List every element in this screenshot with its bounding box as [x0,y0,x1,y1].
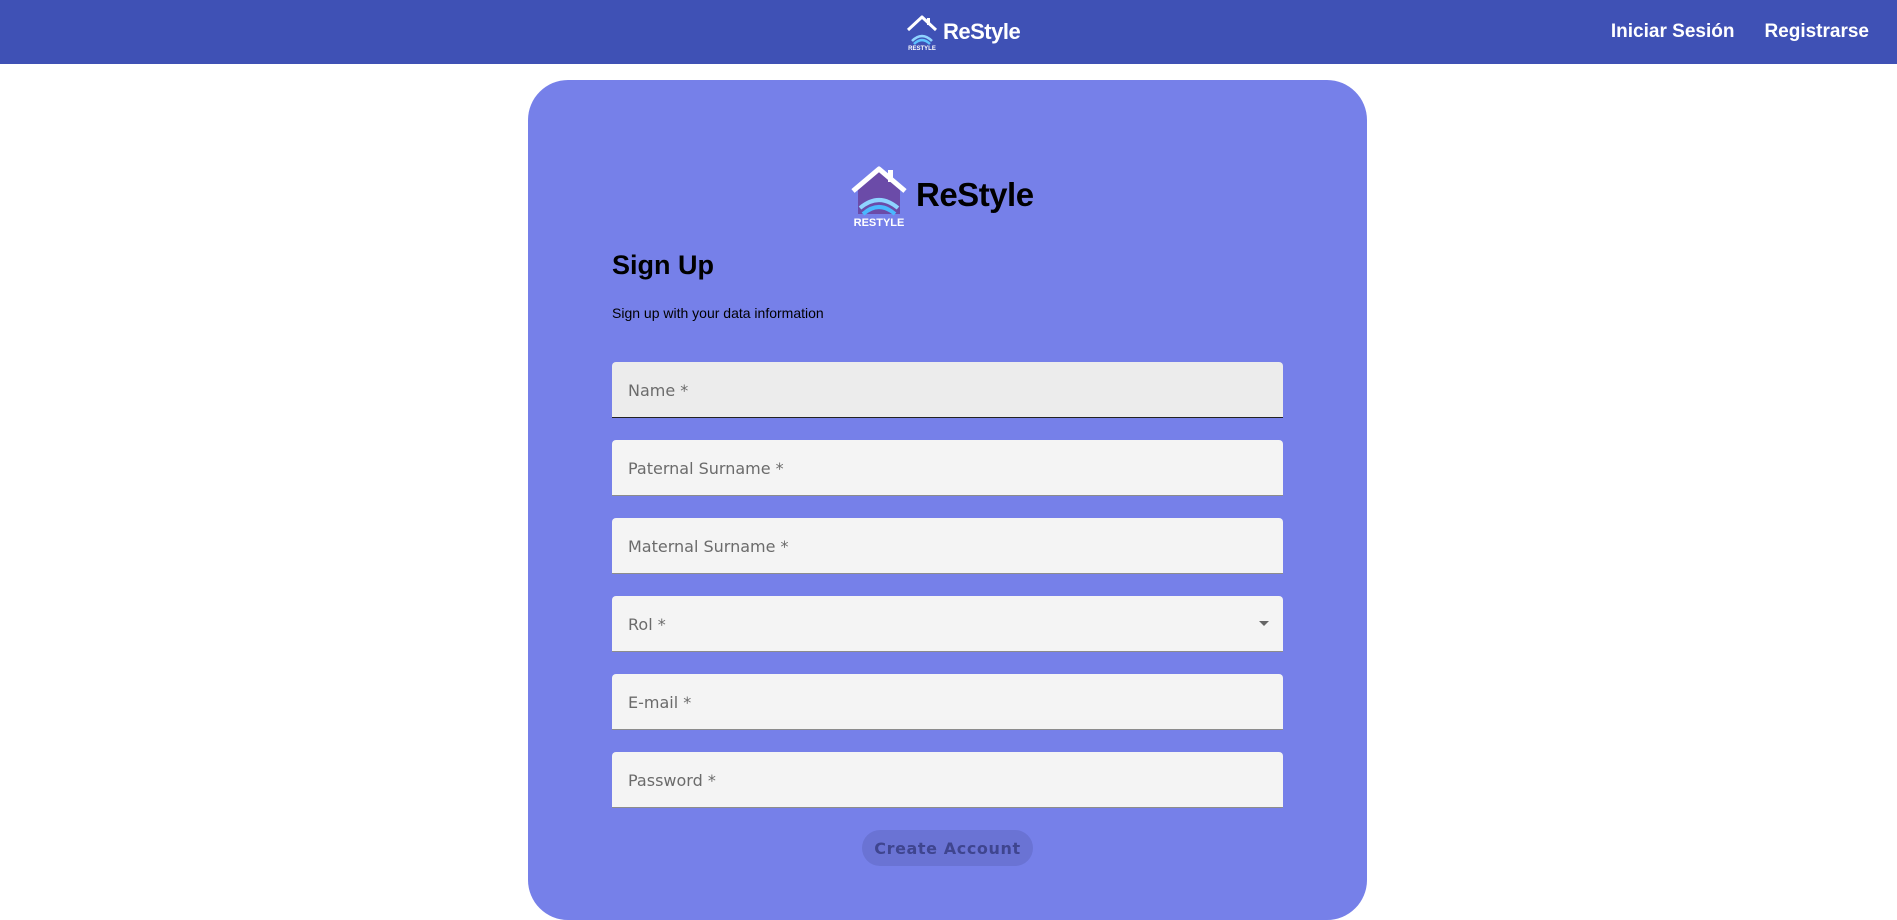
paternal-surname-field-label: Paternal Surname * [628,459,784,478]
email-field-label: E-mail * [628,693,692,712]
maternal-surname-field[interactable]: Maternal Surname * [612,518,1283,574]
card-brand-name: ReStyle [916,176,1034,213]
card-logo: RESTYLE ReStyle [848,162,1034,228]
dropdown-arrow-icon [1259,621,1269,626]
page-title: Sign Up [612,250,714,280]
maternal-surname-field-label: Maternal Surname * [628,537,789,556]
restyle-logo-icon: RESTYLE [851,166,907,228]
svg-text:RESTYLE: RESTYLE [854,217,905,228]
restyle-logo-icon: RESTYLE [906,15,938,51]
name-field-label: Name * [628,381,689,400]
svg-text:RESTYLE: RESTYLE [908,46,936,51]
top-navbar: RESTYLE ReStyle Iniciar Sesión Registrar… [0,0,1897,64]
rol-select-label: Rol * [628,615,666,634]
nav-links: Iniciar Sesión Registrarse [1611,0,1869,64]
email-field[interactable]: E-mail * [612,674,1283,730]
create-account-button[interactable]: Create Account [862,830,1033,866]
page-subtitle: Sign up with your data information [612,305,824,321]
signup-card: RESTYLE ReStyle Sign Up Sign up with you… [528,80,1367,920]
password-field[interactable]: Password * [612,752,1283,808]
password-field-label: Password * [628,771,716,790]
nav-brand-name[interactable]: ReStyle [943,19,1021,45]
rol-select[interactable]: Rol * [612,596,1283,652]
name-field[interactable]: Name * [612,362,1283,418]
register-link[interactable]: Registrarse [1764,21,1869,43]
login-link[interactable]: Iniciar Sesión [1611,21,1735,43]
paternal-surname-field[interactable]: Paternal Surname * [612,440,1283,496]
nav-brand[interactable]: RESTYLE ReStyle [905,12,1021,52]
